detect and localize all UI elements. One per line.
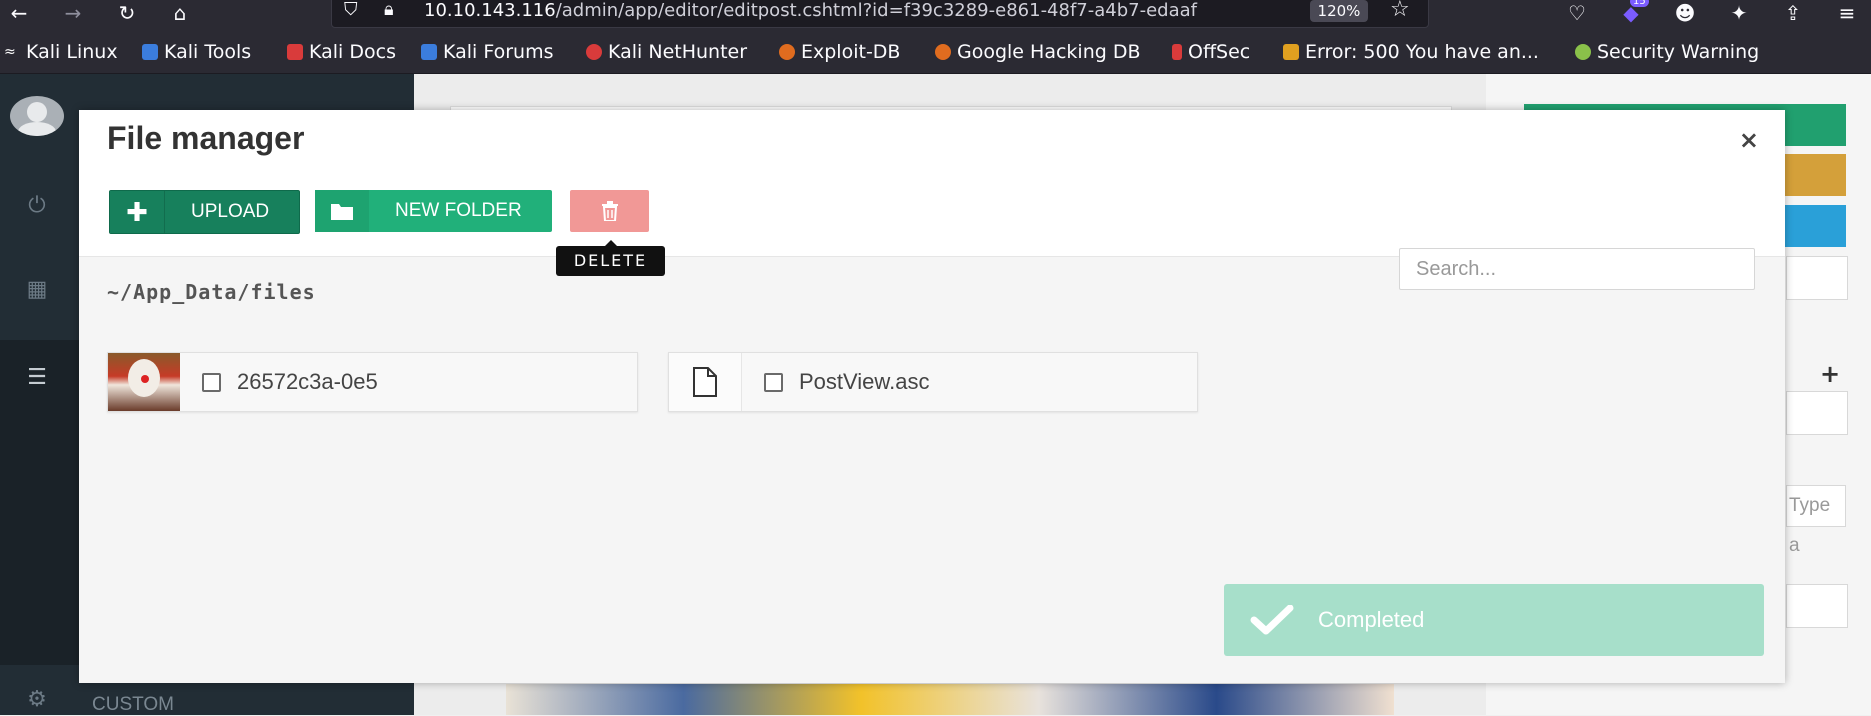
new-folder-button[interactable]: NEW FOLDER [315, 190, 552, 232]
file-item[interactable]: PostView.asc [668, 352, 1198, 412]
pocket-icon[interactable]: ♡ [1560, 0, 1594, 26]
right-field-1[interactable] [1786, 256, 1848, 300]
file-toolbar: ✚ UPLOAD NEW FOLDER Search... [79, 168, 1785, 290]
bookmark-kali-linux[interactable]: ≈ Kali Linux [4, 41, 118, 63]
bookmark-error-500[interactable]: Error: 500 You have an... [1283, 41, 1539, 63]
completed-toast: Completed [1224, 584, 1764, 656]
delete-tooltip: DELETE [556, 240, 665, 276]
home-icon[interactable]: ⌂ [163, 0, 197, 26]
joomla-icon [1283, 44, 1299, 60]
bookmark-kali-docs[interactable]: Kali Docs [287, 41, 396, 63]
folder-icon [315, 190, 369, 232]
url-text[interactable]: 10.10.143.116/admin/app/editor/editpost.… [424, 0, 1294, 21]
bookmark-security-warning[interactable]: Security Warning [1575, 41, 1759, 63]
profile-icon[interactable]: ☻ [1668, 0, 1702, 26]
plus-icon: ✚ [110, 191, 165, 233]
add-category-icon[interactable]: + [1820, 360, 1840, 388]
ghdb-icon [935, 44, 951, 60]
file-item[interactable]: 26572c3a-0e5 [107, 352, 638, 412]
share-icon[interactable]: ⇪ [1776, 0, 1810, 26]
dashboard-icon[interactable]: ▦ [22, 274, 52, 304]
bookmark-star-icon[interactable]: ☆ [1390, 0, 1410, 22]
url-bar[interactable]: ⛉ 🔒︎ 10.10.143.116/admin/app/editor/edit… [331, 0, 1429, 28]
file-name: PostView.asc [799, 369, 930, 394]
bookmark-offsec[interactable]: OffSec [1172, 41, 1250, 63]
sidebar-item-custom[interactable]: CUSTOM [92, 694, 174, 716]
category-field[interactable] [1786, 391, 1848, 435]
bookmark-kali-nethunter[interactable]: Kali NetHunter [586, 41, 747, 63]
bookmark-google-hacking-db[interactable]: Google Hacking DB [935, 41, 1141, 63]
close-icon[interactable]: × [1739, 126, 1759, 154]
nethunter-icon [586, 44, 602, 60]
file-manager-modal: File manager × ✚ UPLOAD NEW FOLDER Searc… [79, 110, 1785, 683]
file-name: 26572c3a-0e5 [237, 369, 378, 394]
kali-docs-icon [287, 44, 303, 60]
image-thumbnail [108, 353, 180, 411]
kali-dragon-icon: ≈ [4, 44, 20, 60]
avatar[interactable] [10, 96, 64, 136]
bookmark-kali-forums[interactable]: Kali Forums [421, 41, 554, 63]
extension-badge: 15 [1630, 0, 1649, 7]
file-checkbox[interactable] [764, 372, 783, 392]
zoom-level[interactable]: 120% [1310, 0, 1368, 22]
kali-tools-icon [142, 44, 158, 60]
sliders-icon[interactable]: ⚙ [22, 684, 52, 714]
tags-input[interactable]: Type a [1786, 485, 1846, 556]
new-folder-label: NEW FOLDER [395, 200, 522, 221]
power-icon[interactable]: ⏻ [22, 190, 52, 220]
checkmark-icon [1250, 605, 1296, 635]
file-checkbox[interactable] [202, 372, 221, 392]
bookmarks-bar: ≈ Kali Linux Kali Tools Kali Docs Kali Fo… [0, 29, 1871, 74]
right-field-3[interactable] [1786, 584, 1848, 628]
kali-forums-icon [421, 44, 437, 60]
bookmark-exploit-db[interactable]: Exploit-DB [779, 41, 900, 63]
reload-icon[interactable]: ↻ [110, 0, 144, 26]
shield-icon[interactable]: ⛉ [344, 0, 358, 20]
exploit-db-icon [779, 44, 795, 60]
cover-image [506, 684, 1394, 715]
document-icon [669, 353, 742, 411]
modal-title: File manager [107, 120, 305, 156]
menu-icon[interactable]: ≡ [1830, 0, 1864, 26]
bookmark-kali-tools[interactable]: Kali Tools [142, 41, 251, 63]
browser-toolbar: ← → ↻ ⌂ ⛉ 🔒︎ 10.10.143.116/admin/app/edi… [0, 0, 1871, 29]
puzzle-icon[interactable]: ✦ [1722, 0, 1756, 26]
delete-button[interactable] [570, 190, 649, 232]
back-icon[interactable]: ← [2, 0, 36, 26]
lock-icon[interactable]: 🔒︎ [384, 0, 394, 20]
security-warning-icon [1575, 44, 1591, 60]
offsec-icon [1172, 44, 1182, 60]
modal-header: File manager × [79, 110, 1785, 169]
upload-button[interactable]: ✚ UPLOAD [109, 190, 300, 234]
upload-label: UPLOAD [191, 201, 270, 222]
trash-icon [583, 190, 637, 232]
toast-message: Completed [1318, 607, 1425, 632]
search-input[interactable]: Search... [1399, 248, 1755, 290]
forward-icon[interactable]: → [56, 0, 90, 26]
current-path: ~/App_Data/files [107, 280, 316, 304]
list-icon[interactable]: ☰ [22, 362, 52, 392]
